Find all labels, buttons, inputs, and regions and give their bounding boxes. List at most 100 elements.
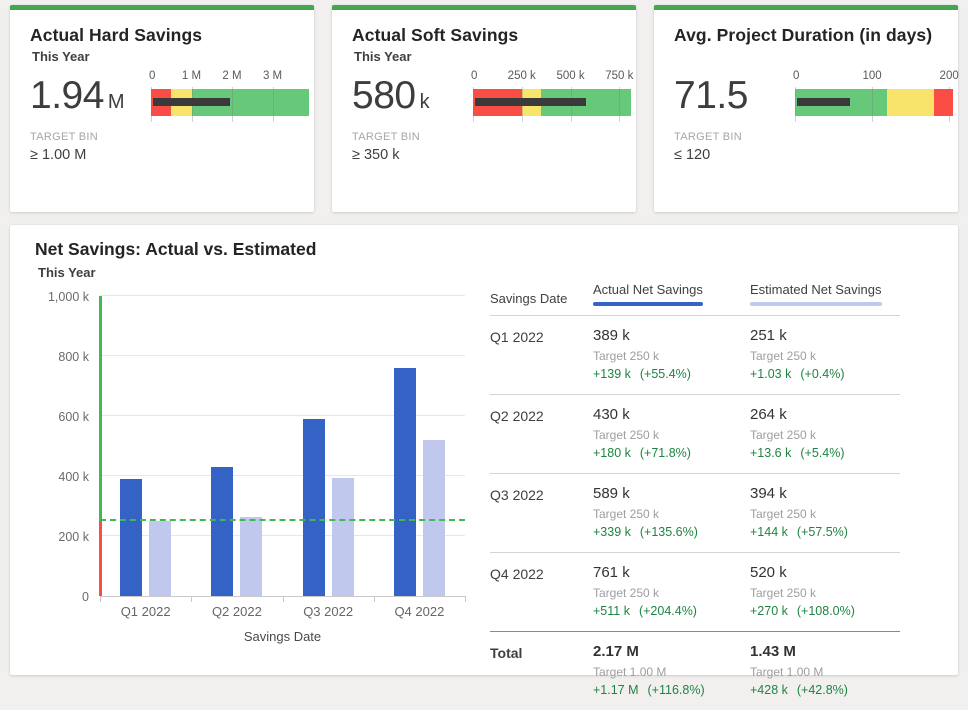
y-axis-label: 1,000 k <box>48 290 89 304</box>
cell-target: Target 250 k <box>593 507 750 521</box>
x-axis-title: Savings Date <box>100 629 465 644</box>
column-header-label: Savings Date <box>490 291 567 306</box>
bullet-value-bar <box>475 98 586 106</box>
variance-percent: (+71.8%) <box>640 446 691 460</box>
kpi-title: Actual Hard Savings <box>30 25 314 46</box>
kpi-target-bin-value: ≥ 350 k <box>352 147 473 163</box>
kpi-card-actual-hard-savings[interactable]: Actual Hard SavingsThis Year1.94MTARGET … <box>10 5 314 212</box>
table-cell: 589 kTarget 250 k+339 k(+135.6%) <box>593 485 750 539</box>
bullet-value-bar <box>797 98 850 106</box>
kpi-value-unit: k <box>420 91 430 113</box>
variance-amount: +139 k <box>593 367 631 381</box>
bar-group-q3-2022[interactable] <box>283 296 374 596</box>
bar-estimated-net-savings-q4-2022[interactable] <box>423 440 445 596</box>
bullet-track <box>151 89 309 116</box>
cell-target: Target 250 k <box>593 428 750 442</box>
y-axis-line-red <box>99 521 102 596</box>
cell-value: 389 k <box>593 327 750 344</box>
kpi-target-bin-label: TARGET BIN <box>674 131 795 143</box>
cell-target: Target 250 k <box>750 428 900 442</box>
column-header-actual-net-savings[interactable]: Actual Net Savings <box>593 282 750 315</box>
table-cell: 761 kTarget 250 k+511 k(+204.4%) <box>593 564 750 618</box>
cell-variance: +180 k (+71.8%) <box>593 446 750 460</box>
kpi-value: 71.5 <box>674 74 795 118</box>
variance-amount: +180 k <box>593 446 631 460</box>
y-axis-line-green <box>99 296 102 521</box>
x-axis-tick <box>283 596 284 602</box>
cell-target: Target 1.00 M <box>750 665 900 679</box>
x-axis-tick <box>374 596 375 602</box>
cell-target: Target 250 k <box>593 349 750 363</box>
column-header-wrap: Actual Net Savings <box>593 282 703 306</box>
cell-value: 520 k <box>750 564 900 581</box>
table-cell: 1.43 MTarget 1.00 M+428 k(+42.8%) <box>750 643 900 697</box>
bullet-gridline <box>795 87 796 122</box>
bullet-gridline <box>619 87 620 122</box>
column-header-label: Estimated Net Savings <box>750 282 882 297</box>
bullet-gridline <box>232 87 233 122</box>
bar-actual-net-savings-q4-2022[interactable] <box>394 368 416 596</box>
bullet-tick-label: 0 <box>471 70 477 82</box>
kpi-target-bin-value: ≥ 1.00 M <box>30 147 151 163</box>
bar-estimated-net-savings-q1-2022[interactable] <box>149 521 171 596</box>
row-label: Q2 2022 <box>490 406 593 460</box>
bullet-tick-label: 250 k <box>508 70 536 82</box>
kpi-title: Avg. Project Duration (in days) <box>674 25 958 46</box>
bar-group-q4-2022[interactable] <box>374 296 465 596</box>
bar-group-q1-2022[interactable] <box>100 296 191 596</box>
panel-title: Net Savings: Actual vs. Estimated <box>35 239 316 260</box>
table-cell: 389 kTarget 250 k+139 k(+55.4%) <box>593 327 750 381</box>
series-swatch <box>750 302 882 306</box>
variance-percent: (+42.8%) <box>797 683 848 697</box>
kpi-value-block: 580kTARGET BIN≥ 350 k <box>352 68 473 163</box>
variance-percent: (+135.6%) <box>640 525 698 539</box>
x-axis-label-q3-2022: Q3 2022 <box>283 604 374 619</box>
x-axis-label-q4-2022: Q4 2022 <box>374 604 465 619</box>
variance-percent: (+0.4%) <box>800 367 844 381</box>
variance-amount: +270 k <box>750 604 788 618</box>
y-axis-label: 0 <box>82 590 89 604</box>
table-row-q2-2022[interactable]: Q2 2022430 kTarget 250 k+180 k(+71.8%)26… <box>490 395 900 474</box>
table-cell: 2.17 MTarget 1.00 M+1.17 M(+116.8%) <box>593 643 750 697</box>
y-axis-label: 200 k <box>58 530 89 544</box>
table-header-row: Savings Date Actual Net Savings Estimated … <box>490 282 900 316</box>
bar-actual-net-savings-q2-2022[interactable] <box>211 467 233 596</box>
table-row-total[interactable]: Total2.17 MTarget 1.00 M+1.17 M(+116.8%)… <box>490 631 900 710</box>
x-axis-labels: Q1 2022Q2 2022Q3 2022Q4 2022 <box>100 604 465 619</box>
bar-group-q2-2022[interactable] <box>191 296 282 596</box>
column-header-wrap: Savings Date <box>490 291 567 306</box>
bar-estimated-net-savings-q3-2022[interactable] <box>332 478 354 596</box>
bar-estimated-net-savings-q2-2022[interactable] <box>240 517 262 596</box>
table-row-q4-2022[interactable]: Q4 2022761 kTarget 250 k+511 k(+204.4%)5… <box>490 553 900 631</box>
column-header-savings-date[interactable]: Savings Date <box>490 291 593 315</box>
dashboard-page: Actual Hard SavingsThis Year1.94MTARGET … <box>0 0 968 675</box>
column-header-label: Actual Net Savings <box>593 282 703 297</box>
row-label: Q3 2022 <box>490 485 593 539</box>
cell-value: 251 k <box>750 327 900 344</box>
panel-subtitle: This Year <box>38 265 96 280</box>
kpi-body: 71.5TARGET BIN≤ 1200100200 <box>674 68 958 163</box>
kpi-card-avg-project-duration-in-days[interactable]: Avg. Project Duration (in days) 71.5 TARGE… <box>654 5 958 212</box>
bullet-chart: 01 M2 M3 M <box>151 68 309 163</box>
x-axis-tick <box>465 596 466 602</box>
bullet-tick-labels: 0100200 <box>795 70 953 87</box>
table-cell: 251 k Target 250 k +1.03 k (+0.4%) <box>750 327 900 381</box>
bar-actual-net-savings-q3-2022[interactable] <box>303 419 325 596</box>
kpi-subtitle: This Year <box>32 49 314 66</box>
table-row-q3-2022[interactable]: Q3 2022589 kTarget 250 k+339 k(+135.6%)3… <box>490 474 900 553</box>
column-header-estimated-net-savings[interactable]: Estimated Net Savings <box>750 282 900 315</box>
kpi-card-actual-soft-savings[interactable]: Actual Soft SavingsThis Year580kTARGET B… <box>332 5 636 212</box>
bullet-gridline <box>872 87 873 122</box>
x-axis-label-q2-2022: Q2 2022 <box>191 604 282 619</box>
target-line <box>100 519 465 521</box>
bar-actual-net-savings-q1-2022[interactable] <box>120 479 142 596</box>
cell-target: Target 250 k <box>750 349 900 363</box>
row-label: Q1 2022 <box>490 327 593 381</box>
x-axis-tick <box>191 596 192 602</box>
bullet-tick-label: 0 <box>149 70 155 82</box>
variance-amount: +1.03 k <box>750 367 791 381</box>
variance-amount: +13.6 k <box>750 446 791 460</box>
cell-value: 394 k <box>750 485 900 502</box>
table-row-q1-2022[interactable]: Q1 2022389 kTarget 250 k+139 k(+55.4%)25… <box>490 316 900 395</box>
table-cell: 394 kTarget 250 k+144 k(+57.5%) <box>750 485 900 539</box>
